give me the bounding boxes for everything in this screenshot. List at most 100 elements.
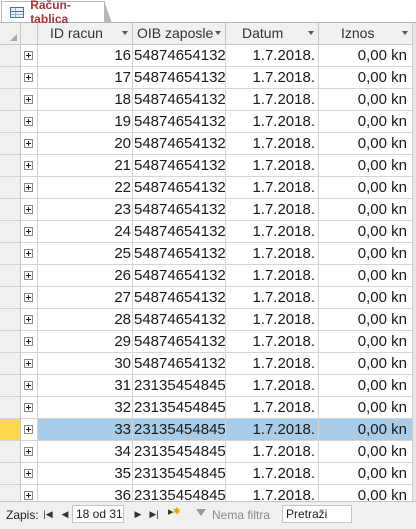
cell-iznos[interactable]: 0,00 kn — [319, 155, 413, 177]
cell-id-racun[interactable]: 21 — [38, 155, 133, 177]
table-row[interactable]: 36 23135454845 1.7.2018. 0,00 kn — [0, 485, 416, 501]
cell-datum[interactable]: 1.7.2018. — [226, 375, 319, 397]
table-row[interactable]: 16 54874654132 1.7.2018. 0,00 kn — [0, 45, 416, 67]
cell-id-racun[interactable]: 30 — [38, 353, 133, 375]
expand-plus-icon[interactable] — [24, 403, 33, 412]
record-selector[interactable] — [0, 331, 21, 353]
cell-datum[interactable]: 1.7.2018. — [226, 155, 319, 177]
column-header-id-racun[interactable]: ID racun — [38, 23, 133, 44]
table-row[interactable]: 32 23135454845 1.7.2018. 0,00 kn — [0, 397, 416, 419]
table-row[interactable]: 25 54874654132 1.7.2018. 0,00 kn — [0, 243, 416, 265]
first-record-icon[interactable]: |◀ — [42, 507, 54, 521]
cell-id-racun[interactable]: 16 — [38, 45, 133, 67]
cell-oib-zaposlenika[interactable]: 54874654132 — [133, 309, 226, 331]
expand-plus-icon[interactable] — [24, 293, 33, 302]
record-selector[interactable] — [0, 45, 21, 67]
subdatasheet-expander[interactable] — [21, 133, 38, 155]
cell-iznos[interactable]: 0,00 kn — [319, 397, 413, 419]
record-selector[interactable] — [0, 287, 21, 309]
cell-oib-zaposlenika[interactable]: 23135454845 — [133, 397, 226, 419]
expand-plus-icon[interactable] — [24, 337, 33, 346]
cell-iznos[interactable]: 0,00 kn — [319, 45, 413, 67]
table-row[interactable]: 29 54874654132 1.7.2018. 0,00 kn — [0, 331, 416, 353]
expand-plus-icon[interactable] — [24, 139, 33, 148]
subdatasheet-expander[interactable] — [21, 397, 38, 419]
cell-datum[interactable]: 1.7.2018. — [226, 353, 319, 375]
subdatasheet-expander[interactable] — [21, 177, 38, 199]
cell-iznos[interactable]: 0,00 kn — [319, 287, 413, 309]
table-row[interactable]: 17 54874654132 1.7.2018. 0,00 kn — [0, 67, 416, 89]
expand-plus-icon[interactable] — [24, 469, 33, 478]
cell-datum[interactable]: 1.7.2018. — [226, 67, 319, 89]
cell-iznos[interactable]: 0,00 kn — [319, 111, 413, 133]
cell-datum[interactable]: 1.7.2018. — [226, 111, 319, 133]
next-record-icon[interactable]: ▶ — [132, 507, 144, 521]
cell-iznos[interactable]: 0,00 kn — [319, 419, 413, 441]
cell-oib-zaposlenika[interactable]: 54874654132 — [133, 67, 226, 89]
subdatasheet-expander[interactable] — [21, 111, 38, 133]
subdatasheet-expander[interactable] — [21, 419, 38, 441]
table-row[interactable]: 24 54874654132 1.7.2018. 0,00 kn — [0, 221, 416, 243]
expand-plus-icon[interactable] — [24, 381, 33, 390]
record-selector[interactable] — [0, 375, 21, 397]
cell-id-racun[interactable]: 27 — [38, 287, 133, 309]
cell-datum[interactable]: 1.7.2018. — [226, 45, 319, 67]
cell-datum[interactable]: 1.7.2018. — [226, 221, 319, 243]
cell-iznos[interactable]: 0,00 kn — [319, 375, 413, 397]
sort-filter-dropdown-icon[interactable] — [402, 31, 408, 35]
table-row[interactable]: 27 54874654132 1.7.2018. 0,00 kn — [0, 287, 416, 309]
cell-datum[interactable]: 1.7.2018. — [226, 89, 319, 111]
cell-oib-zaposlenika[interactable]: 54874654132 — [133, 221, 226, 243]
tab-racun-tablica[interactable]: Račun-tablica — [1, 0, 112, 26]
column-header-datum[interactable]: Datum — [226, 23, 319, 44]
cell-oib-zaposlenika[interactable]: 54874654132 — [133, 353, 226, 375]
subdatasheet-expander[interactable] — [21, 155, 38, 177]
cell-datum[interactable]: 1.7.2018. — [226, 177, 319, 199]
cell-iznos[interactable]: 0,00 kn — [319, 485, 413, 501]
cell-oib-zaposlenika[interactable]: 54874654132 — [133, 287, 226, 309]
cell-datum[interactable]: 1.7.2018. — [226, 309, 319, 331]
cell-id-racun[interactable]: 33 — [38, 419, 133, 441]
record-selector[interactable] — [0, 485, 21, 501]
expand-plus-icon[interactable] — [24, 161, 33, 170]
subdatasheet-expander[interactable] — [21, 309, 38, 331]
cell-iznos[interactable]: 0,00 kn — [319, 331, 413, 353]
table-row[interactable]: 18 54874654132 1.7.2018. 0,00 kn — [0, 89, 416, 111]
table-row[interactable]: 34 23135454845 1.7.2018. 0,00 kn — [0, 441, 416, 463]
cell-id-racun[interactable]: 31 — [38, 375, 133, 397]
cell-oib-zaposlenika[interactable]: 54874654132 — [133, 45, 226, 67]
cell-oib-zaposlenika[interactable]: 54874654132 — [133, 155, 226, 177]
table-row[interactable]: 35 23135454845 1.7.2018. 0,00 kn — [0, 463, 416, 485]
current-record-field[interactable]: 18 od 31 — [72, 505, 124, 523]
record-selector[interactable] — [0, 397, 21, 419]
table-row[interactable]: 21 54874654132 1.7.2018. 0,00 kn — [0, 155, 416, 177]
expand-plus-icon[interactable] — [24, 447, 33, 456]
subdatasheet-expander[interactable] — [21, 331, 38, 353]
expand-plus-icon[interactable] — [24, 205, 33, 214]
cell-iznos[interactable]: 0,00 kn — [319, 309, 413, 331]
cell-iznos[interactable]: 0,00 kn — [319, 67, 413, 89]
cell-oib-zaposlenika[interactable]: 23135454845 — [133, 485, 226, 501]
cell-oib-zaposlenika[interactable]: 54874654132 — [133, 89, 226, 111]
cell-id-racun[interactable]: 36 — [38, 485, 133, 501]
cell-iznos[interactable]: 0,00 kn — [319, 89, 413, 111]
record-selector[interactable] — [0, 155, 21, 177]
record-selector[interactable] — [0, 89, 21, 111]
cell-id-racun[interactable]: 29 — [38, 331, 133, 353]
subdatasheet-expander[interactable] — [21, 375, 38, 397]
expand-plus-icon[interactable] — [24, 183, 33, 192]
expand-plus-icon[interactable] — [24, 95, 33, 104]
record-selector[interactable] — [0, 441, 21, 463]
expand-plus-icon[interactable] — [24, 491, 33, 500]
vertical-scrollbar[interactable] — [412, 23, 416, 501]
table-row[interactable]: 22 54874654132 1.7.2018. 0,00 kn — [0, 177, 416, 199]
cell-id-racun[interactable]: 34 — [38, 441, 133, 463]
subdatasheet-expander[interactable] — [21, 45, 38, 67]
cell-datum[interactable]: 1.7.2018. — [226, 331, 319, 353]
record-selector[interactable] — [0, 177, 21, 199]
expand-plus-icon[interactable] — [24, 359, 33, 368]
expand-plus-icon[interactable] — [24, 117, 33, 126]
cell-oib-zaposlenika[interactable]: 54874654132 — [133, 133, 226, 155]
expand-plus-icon[interactable] — [24, 227, 33, 236]
cell-oib-zaposlenika[interactable]: 54874654132 — [133, 265, 226, 287]
